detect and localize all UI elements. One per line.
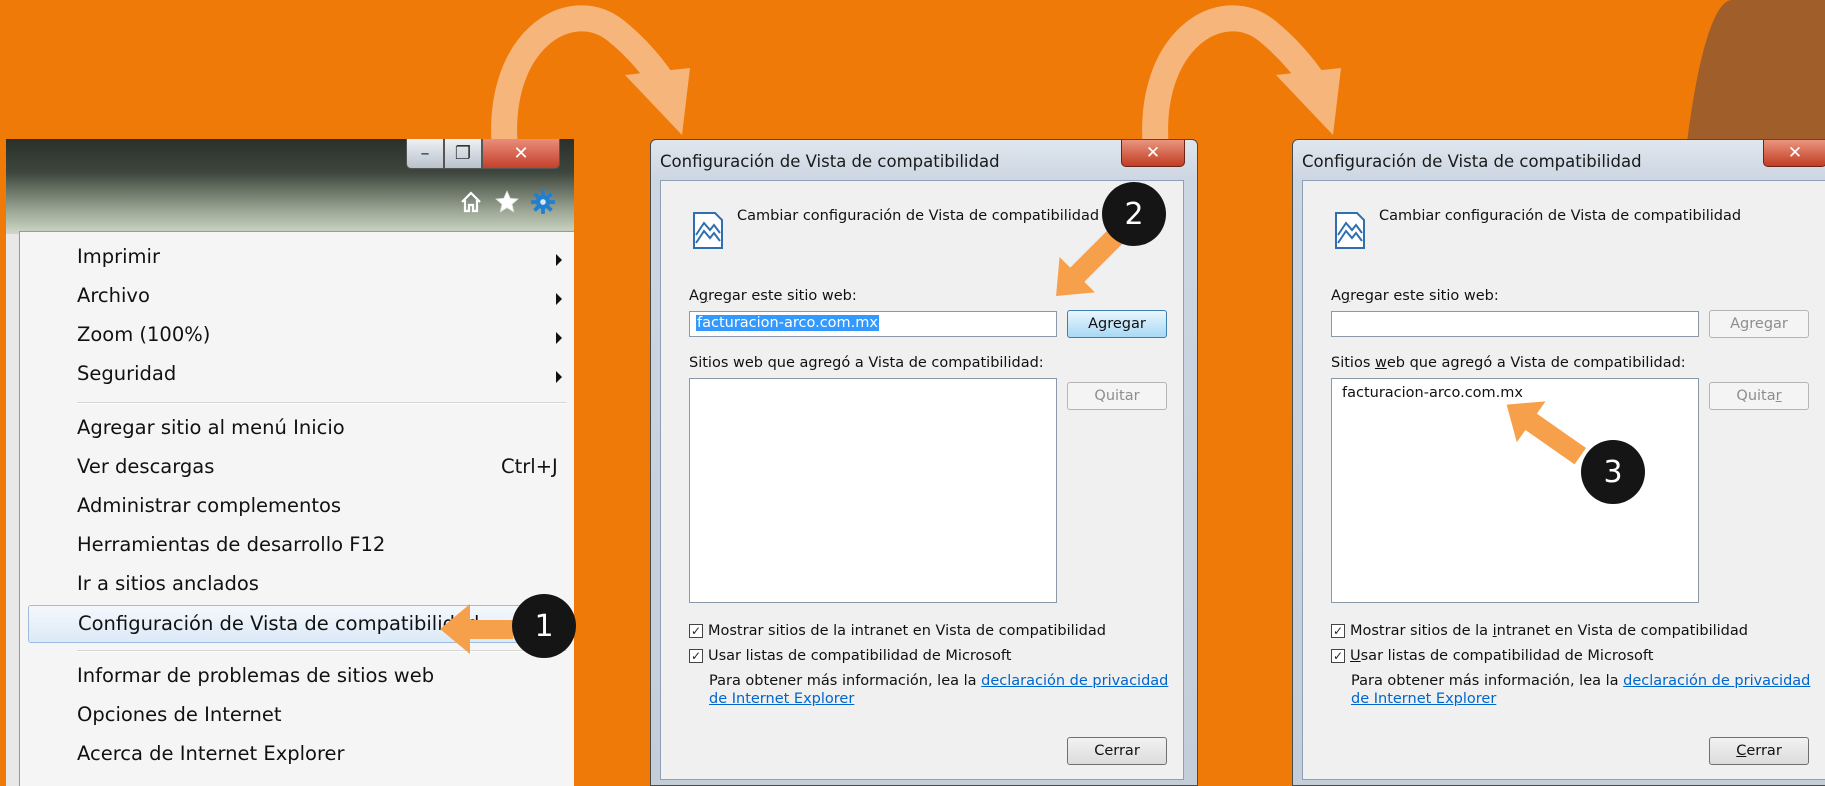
step-badge-1: 1 (512, 594, 576, 658)
callout-arrow-3 (1506, 401, 1587, 465)
callout-arrows (440, 229, 1587, 654)
step-badge-2: 2 (1102, 182, 1166, 246)
callout-arrow-1 (440, 604, 513, 654)
step-badge-3: 3 (1581, 440, 1645, 504)
